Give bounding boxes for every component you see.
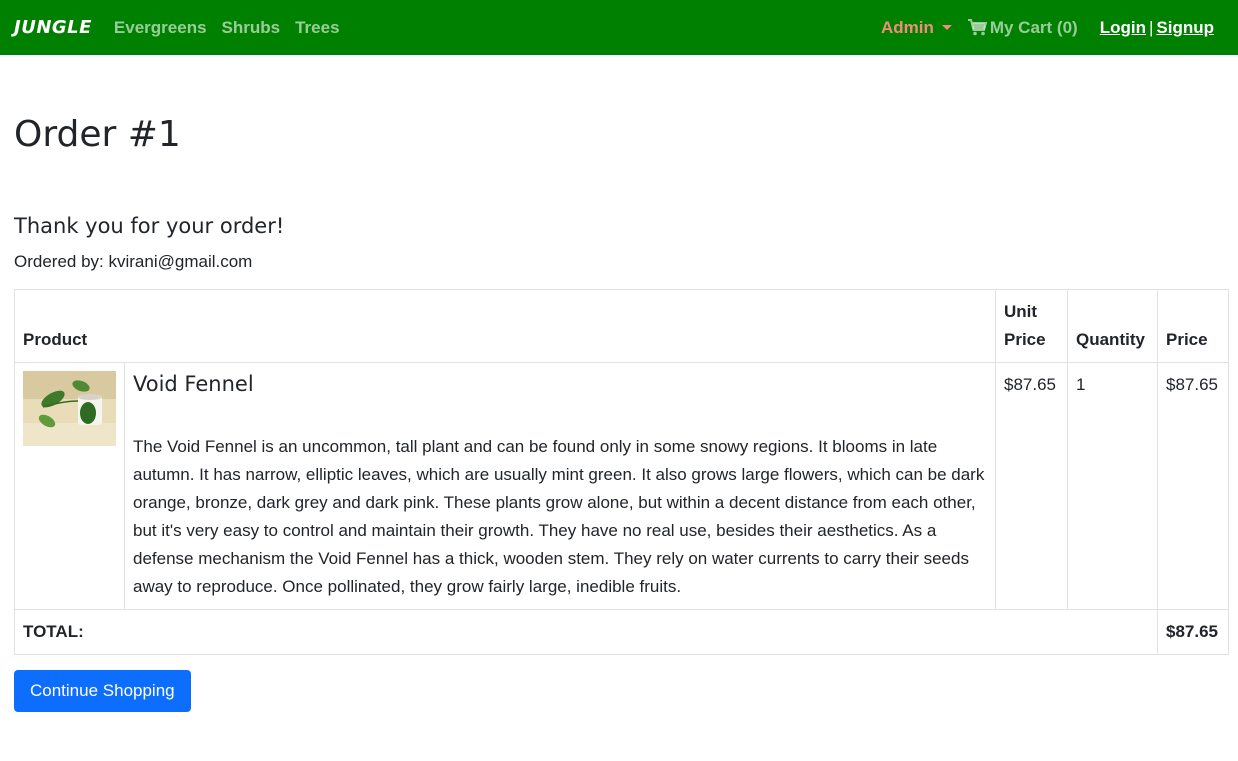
signup-link[interactable]: Signup <box>1156 18 1214 37</box>
continue-shopping-button[interactable]: Continue Shopping <box>14 670 191 712</box>
cart-label: My Cart (0) <box>989 17 1078 37</box>
total-label: TOTAL: <box>14 609 1158 655</box>
header-quantity: Quantity <box>1067 289 1158 363</box>
unit-price-cell: $87.65 <box>995 362 1068 610</box>
quantity-cell: 1 <box>1067 362 1158 610</box>
total-value: $87.65 <box>1157 609 1229 655</box>
ordered-by: Ordered by: kvirani@gmail.com <box>14 252 253 271</box>
product-description: The Void Fennel is an uncommon, tall pla… <box>133 437 985 596</box>
thank-you-heading: Thank you for your order! <box>14 214 285 238</box>
nav-link-evergreens[interactable]: Evergreens <box>114 18 207 38</box>
table-header-row: Product Unit Price Quantity Price <box>14 289 1229 363</box>
navbar: JUNGLE Evergreens Shrubs Trees Admin My … <box>0 0 1238 55</box>
nav-link-shrubs[interactable]: Shrubs <box>222 18 281 38</box>
order-table: Product Unit Price Quantity Price Void F… <box>14 289 1229 655</box>
auth-links: Login | Signup <box>1100 18 1214 38</box>
product-image-cell <box>14 362 125 610</box>
header-product: Product <box>14 289 996 363</box>
product-details-cell: Void Fennel The Void Fennel is an uncomm… <box>124 362 996 610</box>
caret-down-icon <box>941 25 952 30</box>
login-link[interactable]: Login <box>1100 18 1146 37</box>
header-price: Price <box>1157 289 1229 363</box>
brand-logo[interactable]: JUNGLE <box>14 17 92 38</box>
page-title: Order #1 <box>14 114 181 155</box>
total-row: TOTAL: $87.65 <box>14 609 1229 655</box>
header-unit-price: Unit Price <box>995 289 1068 363</box>
price-cell: $87.65 <box>1157 362 1229 610</box>
table-row: Void Fennel The Void Fennel is an uncomm… <box>14 362 1229 610</box>
admin-label: Admin <box>880 17 934 37</box>
product-image <box>23 371 116 446</box>
cart-link[interactable]: My Cart (0) <box>967 17 1078 38</box>
shopping-cart-icon <box>967 19 987 36</box>
admin-dropdown[interactable]: Admin <box>881 18 952 38</box>
nav-link-trees[interactable]: Trees <box>295 18 339 38</box>
main-content: Order #1 Thank you for your order! Order… <box>0 113 1238 712</box>
product-name: Void Fennel <box>133 372 254 396</box>
auth-separator: | <box>1148 17 1154 37</box>
